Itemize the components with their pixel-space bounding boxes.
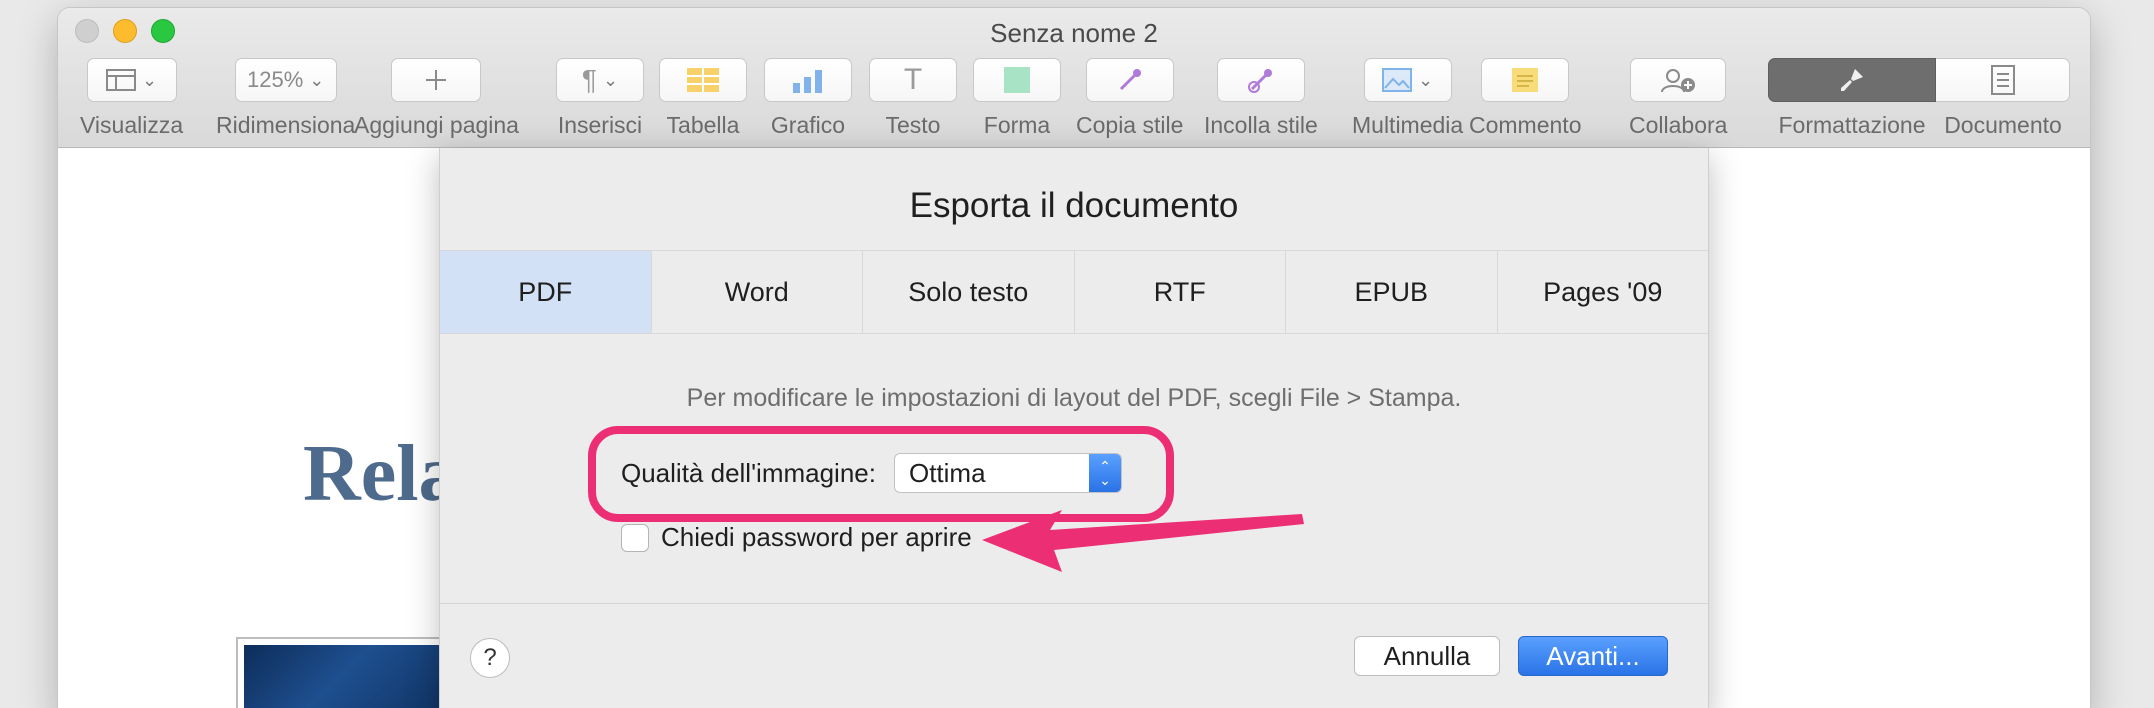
paste-style-label: Incolla stile: [1204, 112, 1318, 138]
inspector-labels: Formattazione Documento: [1768, 102, 2070, 139]
toolbar-inspector: Formattazione Documento: [1768, 58, 2070, 139]
add-page-button[interactable]: [391, 58, 482, 102]
chart-button[interactable]: [764, 58, 852, 102]
toolbar-media[interactable]: ⌄ Multimedia: [1352, 58, 1463, 139]
toolbar-add-page[interactable]: Aggiungi pagina: [354, 58, 519, 139]
zoom-select[interactable]: 125% ⌄: [234, 58, 337, 102]
table-icon: [687, 68, 719, 92]
note-icon: [1512, 68, 1539, 92]
plus-icon: [426, 70, 447, 90]
document-button[interactable]: [1936, 58, 2070, 102]
toolbar-table[interactable]: Tabella: [659, 58, 747, 139]
toolbar-collaborate[interactable]: Collabora: [1629, 58, 1727, 139]
tab-plain-text[interactable]: Solo testo: [863, 251, 1075, 333]
shape-icon: [1004, 67, 1030, 93]
view-label: Visualizza: [80, 112, 184, 138]
title-bar: Senza nome 2 ⌄ Visualizza 125% ⌄ Ridimen…: [58, 8, 2090, 148]
eyedropper-icon: [1247, 69, 1272, 93]
image-quality-label: Qualità dell'immagine:: [621, 457, 876, 488]
annotation-arrow-icon: [982, 510, 1304, 572]
document-heading[interactable]: Rela: [303, 429, 459, 520]
format-button[interactable]: [1768, 58, 1936, 102]
sidebar-icon: [106, 69, 137, 91]
text-icon: T: [903, 63, 923, 96]
text-label: Testo: [885, 112, 941, 138]
toolbar-zoom[interactable]: 125% ⌄ Ridimensiona: [216, 58, 355, 139]
chevron-down-icon: ⌄: [602, 69, 619, 90]
chart-label: Grafico: [770, 112, 846, 138]
image-quality-value: Ottima: [908, 457, 986, 488]
zoom-value: 125%: [246, 67, 304, 92]
table-button[interactable]: [659, 58, 747, 102]
toolbar-comment[interactable]: Commento: [1469, 58, 1581, 139]
tab-pdf[interactable]: PDF: [440, 251, 652, 333]
inspector-segmented-control: [1768, 58, 2070, 102]
document-icon: [1990, 65, 2015, 95]
image-quality-row: Qualità dell'immagine: Ottima ⌃ ⌄: [621, 453, 1122, 493]
copy-style-label: Copia stile: [1076, 112, 1184, 138]
copy-style-button[interactable]: [1085, 58, 1174, 102]
help-button[interactable]: ?: [470, 638, 510, 678]
tab-word[interactable]: Word: [651, 251, 863, 333]
toolbar-view[interactable]: ⌄ Visualizza: [80, 58, 183, 139]
comment-label: Commento: [1469, 112, 1582, 138]
shape-label: Forma: [983, 112, 1051, 138]
toolbar-chart[interactable]: Grafico: [764, 58, 852, 139]
dialog-divider: [440, 603, 1708, 604]
toolbar-paste-style[interactable]: Incolla stile: [1204, 58, 1318, 139]
comment-button[interactable]: [1481, 58, 1570, 102]
image-quality-select[interactable]: Ottima ⌃ ⌄: [893, 453, 1122, 493]
document-label: Documento: [1944, 112, 2062, 138]
select-arrows-icon: ⌃ ⌄: [1088, 454, 1121, 492]
collaborate-button[interactable]: [1630, 58, 1727, 102]
collaborate-icon: [1661, 69, 1696, 93]
bar-chart-icon: [793, 70, 822, 93]
collaborate-label: Collabora: [1629, 112, 1728, 138]
pilcrow-icon: ¶: [581, 64, 597, 95]
pdf-layout-hint: Per modificare le impostazioni di layout…: [686, 384, 1462, 412]
image-icon: [1382, 68, 1413, 92]
toolbar-copy-style[interactable]: Copia stile: [1076, 58, 1183, 139]
cancel-button[interactable]: Annulla: [1354, 636, 1500, 676]
insert-label: Inserisci: [557, 112, 643, 138]
password-label[interactable]: Chiedi password per aprire: [661, 522, 972, 553]
tab-pages-09[interactable]: Pages '09: [1497, 251, 1708, 333]
text-button[interactable]: T: [869, 58, 957, 102]
add-page-label: Aggiungi pagina: [354, 112, 519, 138]
password-row: Chiedi password per aprire: [621, 522, 972, 553]
toolbar-insert[interactable]: ¶ ⌄ Inserisci: [556, 58, 644, 139]
tab-rtf[interactable]: RTF: [1074, 251, 1286, 333]
password-checkbox[interactable]: [621, 523, 649, 552]
toolbar-shape[interactable]: Forma: [973, 58, 1061, 139]
dialog-title: Esporta il documento: [909, 186, 1239, 225]
eyedropper-icon: [1119, 69, 1141, 91]
chevron-down-icon: ⌄: [309, 69, 325, 90]
export-dialog: Esporta il documento PDF Word Solo testo…: [439, 148, 1709, 708]
next-button[interactable]: Avanti...: [1518, 636, 1668, 676]
export-format-tabs: PDF Word Solo testo RTF EPUB Pages '09: [440, 250, 1708, 334]
insert-button[interactable]: ¶ ⌄: [556, 58, 644, 102]
chevron-down-icon: ⌄: [142, 69, 158, 90]
chevron-down-icon: ⌄: [1418, 69, 1434, 90]
toolbar-text[interactable]: T Testo: [869, 58, 957, 139]
paintbrush-icon: [1841, 69, 1863, 91]
view-button[interactable]: ⌄: [86, 58, 177, 102]
tab-epub[interactable]: EPUB: [1286, 251, 1498, 333]
shape-button[interactable]: [973, 58, 1061, 102]
media-label: Multimedia: [1352, 112, 1464, 138]
paste-style-button[interactable]: [1216, 58, 1305, 102]
zoom-label: Ridimensiona: [216, 112, 356, 138]
window-title: Senza nome 2: [990, 18, 1158, 48]
format-label: Formattazione: [1778, 112, 1926, 138]
media-button[interactable]: ⌄: [1363, 58, 1452, 102]
table-label: Tabella: [666, 112, 740, 138]
